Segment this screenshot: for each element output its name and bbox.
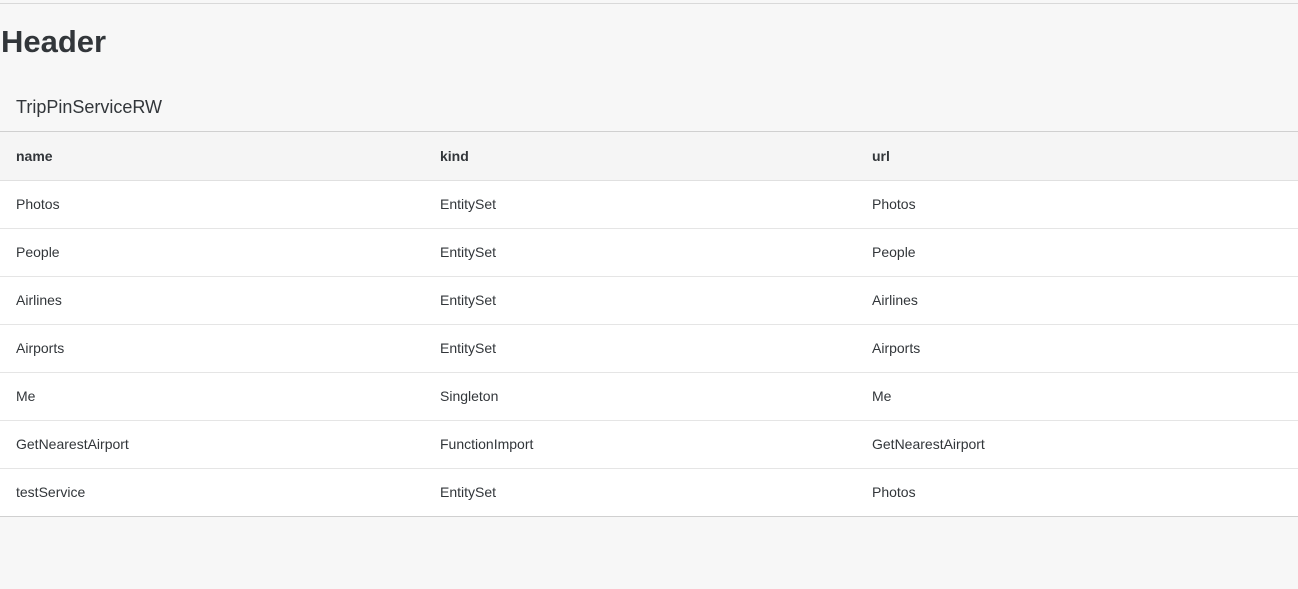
cell-kind: EntitySet [424, 275, 856, 324]
cell-kind: EntitySet [424, 467, 856, 516]
cell-url: Airlines [856, 275, 1298, 324]
cell-name: testService [0, 467, 424, 516]
table-header-row: name kind url [0, 132, 1298, 181]
table-row[interactable]: Airlines EntitySet Airlines [0, 275, 1298, 324]
cell-url: Me [856, 371, 1298, 420]
cell-url: Photos [872, 196, 916, 212]
cell-name: GetNearestAirport [0, 419, 424, 468]
table-row[interactable]: Airports EntitySet Airports [0, 323, 1298, 372]
table-row[interactable]: People EntitySet People [0, 227, 1298, 276]
cell-url: Photos [856, 467, 1298, 516]
column-header-url[interactable]: url [856, 132, 1298, 181]
cell-url: GetNearestAirport [856, 419, 1298, 468]
cell-kind: EntitySet [424, 227, 856, 276]
cell-name: Photos [16, 196, 60, 212]
cell-kind: EntitySet [440, 196, 497, 212]
cell-kind: FunctionImport [424, 419, 856, 468]
cell-name: People [0, 227, 424, 276]
cell-name: Airports [0, 323, 424, 372]
page-title: Header [1, 24, 107, 59]
cell-kind: Singleton [424, 371, 856, 420]
cell-url: People [856, 227, 1298, 276]
table-row[interactable]: GetNearestAirport FunctionImport GetNear… [0, 419, 1298, 468]
table-row[interactable]: Me Singleton Me [0, 371, 1298, 420]
cell-name: Airlines [0, 275, 424, 324]
cell-kind: EntitySet [424, 323, 856, 372]
top-divider [0, 3, 1298, 4]
table-row[interactable]: testService EntitySet Photos [0, 467, 1298, 516]
column-header-kind[interactable]: kind [424, 132, 856, 181]
cell-name: Me [0, 371, 424, 420]
table-row[interactable]: Photos EntitySet Photos [0, 180, 1298, 228]
cell-url: Airports [856, 323, 1298, 372]
service-table: name kind url Photos EntitySet Photos Pe… [0, 131, 1298, 517]
table-title: TripPinServiceRW [16, 97, 163, 117]
column-header-name[interactable]: name [0, 132, 424, 181]
